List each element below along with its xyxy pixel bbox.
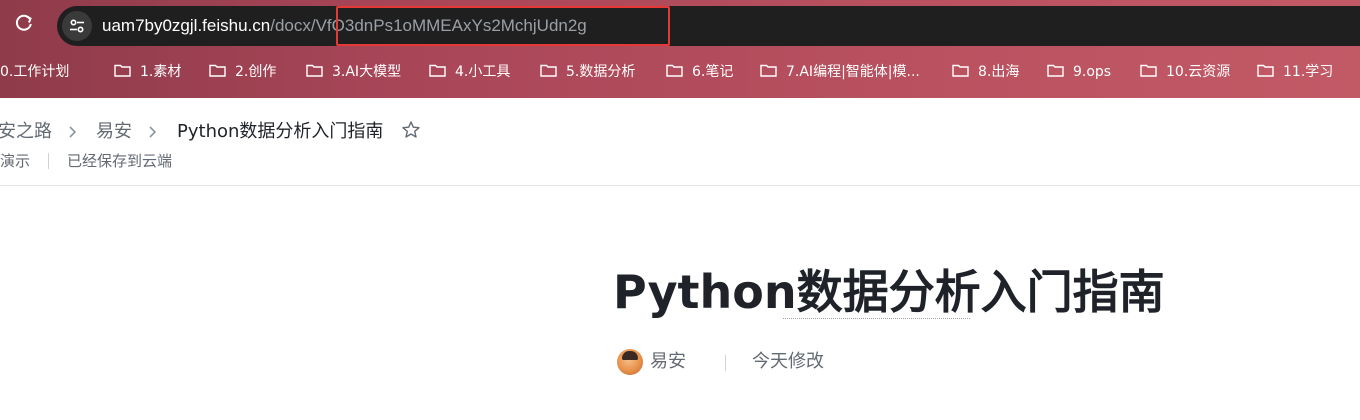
url-highlight-annotation [336, 6, 670, 46]
bookmark-folder[interactable]: 5.数据分析 [540, 58, 635, 86]
author-name[interactable]: 易安 [650, 350, 686, 374]
reload-icon[interactable] [12, 13, 36, 37]
bookmark-folder[interactable]: 9.ops [1047, 58, 1111, 86]
bookmark-folder[interactable]: 7.AI编程|智能体|模... [760, 58, 920, 86]
bookmark-label: 9.ops [1073, 64, 1112, 80]
modified-time: 今天修改 [752, 351, 824, 372]
folder-icon [1257, 59, 1274, 77]
divider [725, 355, 726, 371]
url-path-prefix: /docx [270, 16, 311, 35]
browser-chrome: uam7by0zgjl.feishu.cn/docx/VfO3dnPs1oMME… [0, 0, 1360, 98]
bookmark-folder[interactable]: 6.笔记 [666, 58, 733, 86]
breadcrumb-item[interactable]: 安之路 [0, 120, 52, 144]
site-info-button[interactable] [62, 11, 92, 41]
folder-icon [1140, 59, 1157, 77]
folder-icon [114, 59, 131, 77]
bookmark-label: 3.AI大模型 [332, 64, 402, 80]
present-button[interactable]: 演示 [0, 151, 30, 171]
bookmark-label: 6.笔记 [692, 64, 734, 80]
bookmark-folder[interactable]: 0.工作计划 [0, 58, 69, 86]
bookmark-folder[interactable]: 1.素材 [114, 58, 181, 86]
bookmark-folder[interactable]: 8.出海 [952, 58, 1019, 86]
folder-icon [952, 59, 969, 77]
divider [48, 153, 49, 169]
bookmark-label: 8.出海 [978, 64, 1020, 80]
bookmark-label: 4.小工具 [455, 64, 511, 80]
doc-header: 安之路 易安 Python数据分析入门指南 演示 已经保存到云端 [0, 98, 1360, 186]
page-title[interactable]: Python数据分析入门指南 [613, 262, 1165, 322]
star-outline-icon[interactable] [401, 120, 421, 145]
bookmark-label: 11.学习 [1283, 64, 1334, 80]
bookmark-folder[interactable]: 10.云资源 [1140, 58, 1230, 86]
breadcrumb-item[interactable]: 易安 [96, 120, 132, 144]
address-row: uam7by0zgjl.feishu.cn/docx/VfO3dnPs1oMME… [0, 0, 1360, 52]
bookmark-folder[interactable]: 11.学习 [1257, 58, 1333, 86]
folder-icon [429, 59, 446, 77]
folder-icon [306, 59, 323, 77]
bookmark-label: 5.数据分析 [566, 64, 636, 80]
chevron-right-icon [148, 122, 162, 142]
bookmark-folder[interactable]: 3.AI大模型 [306, 58, 401, 86]
chevron-right-icon [68, 122, 82, 142]
bookmark-label: 10.云资源 [1166, 64, 1231, 80]
folder-icon [209, 59, 226, 77]
bookmark-label: 1.素材 [140, 64, 182, 80]
breadcrumb-current: Python数据分析入门指南 [177, 121, 384, 142]
bookmark-folder[interactable]: 2.创作 [209, 58, 276, 86]
bookmark-label: 0.工作计划 [0, 64, 70, 80]
folder-icon [760, 59, 777, 77]
bookmarks-bar: 0.工作计划 1.素材 2.创作 3.AI大模型 4.小工具 5.数据分析 6.… [0, 58, 1360, 86]
folder-icon [666, 59, 683, 77]
bookmark-folder[interactable]: 4.小工具 [429, 58, 510, 86]
folder-icon [1047, 59, 1064, 77]
save-status: 已经保存到云端 [67, 152, 173, 170]
url-host: uam7by0zgjl.feishu.cn [102, 16, 271, 35]
folder-icon [540, 59, 557, 77]
avatar[interactable] [617, 349, 643, 375]
comment-underline [783, 318, 970, 319]
bookmark-label: 2.创作 [235, 64, 277, 80]
bookmark-label: 7.AI编程|智能体|模... [786, 64, 920, 80]
